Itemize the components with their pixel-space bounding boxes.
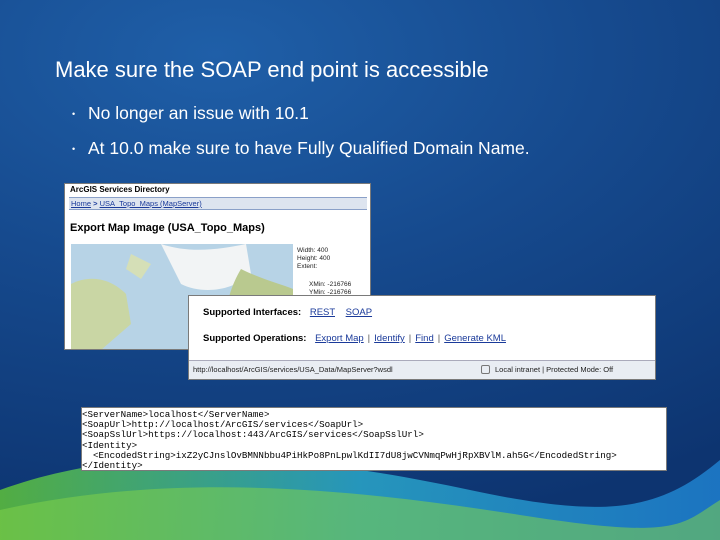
browser-status-bar: http://localhost/ArcGIS/services/USA_Dat… [189, 360, 655, 379]
operation-export-map-link[interactable]: Export Map [315, 333, 364, 344]
operation-find-link[interactable]: Find [415, 333, 433, 344]
xml-line: <SoapSslUrl>https://localhost:443/ArcGIS… [82, 429, 424, 441]
operation-identify-link[interactable]: Identify [374, 333, 405, 344]
xml-line: <EncodedString>ixZ2yCJnslOvBMNNbbu4PiHkP… [82, 449, 617, 461]
xml-snippet-screenshot: <ServerName>localhost</ServerName> <SoapU… [81, 407, 667, 471]
bullet-list: • No longer an issue with 10.1 • At 10.0 m… [72, 103, 530, 173]
service-info-screenshot: Supported Interfaces: REST SOAP Supporte… [188, 295, 656, 380]
interface-rest-link[interactable]: REST [310, 307, 335, 318]
supported-interfaces-row: Supported Interfaces: REST SOAP [203, 307, 373, 318]
directory-title: ArcGIS Services Directory [70, 185, 170, 194]
breadcrumb: Home > USA_Topo_Maps (MapServer) [69, 197, 367, 210]
extent-properties: Width: 400 Height: 400 Extent: XMin: -21… [297, 247, 352, 296]
bullet-dot-icon: • [72, 109, 76, 119]
interface-soap-link[interactable]: SOAP [346, 307, 372, 318]
operation-generate-kml-link[interactable]: Generate KML [444, 333, 506, 344]
bullet-item: • At 10.0 make sure to have Fully Qualifi… [72, 138, 530, 158]
bullet-item: • No longer an issue with 10.1 [72, 103, 309, 123]
slide-title: Make sure the SOAP end point is accessib… [55, 57, 489, 82]
security-zone-icon [481, 365, 490, 374]
status-zone: Local intranet | Protected Mode: Off [495, 365, 614, 374]
breadcrumb-service-link[interactable]: USA_Topo_Maps (MapServer) [100, 199, 202, 208]
xml-line: </Identity> [82, 460, 143, 471]
breadcrumb-home-link[interactable]: Home [71, 199, 91, 208]
supported-operations-row: Supported Operations: Export Map | Identif… [203, 333, 506, 344]
status-url: http://localhost/ArcGIS/services/USA_Dat… [193, 365, 393, 374]
bullet-dot-icon: • [72, 144, 76, 154]
page-heading: Export Map Image (USA_Topo_Maps) [70, 222, 265, 234]
xml-code: <ServerName>localhost</ServerName> <SoapU… [82, 408, 666, 471]
